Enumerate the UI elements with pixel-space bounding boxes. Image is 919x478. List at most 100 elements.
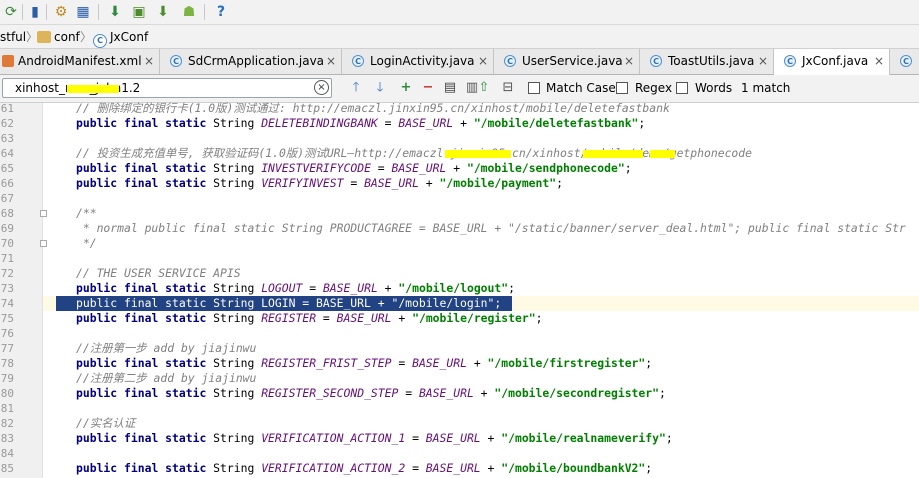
code-line[interactable]: 74 public final static String LOGIN = BAS… [0,296,919,311]
help-icon[interactable]: ? [212,3,230,21]
code-line[interactable]: 62 public final static String DELETEBINDI… [0,116,919,131]
code-text: * normal public final static String PROD… [76,221,906,235]
code-line[interactable]: 82 //实名认证 [0,416,919,431]
line-number: 80 [0,387,14,400]
sync-icon[interactable]: ⟳ [2,3,20,21]
code-line[interactable]: 79 //注册第二步 add by jiajinwu [0,371,919,386]
clear-search-icon[interactable]: × [314,80,329,95]
line-number: 72 [0,267,14,280]
line-number: 70 [0,237,14,250]
code-line[interactable]: 68 /** [0,206,919,221]
tab-overflow[interactable]: C [890,49,919,74]
tab-user-service[interactable]: C UserService.java × [494,49,640,74]
search-input[interactable]: xinhost_new_jxlm1.2 × [2,78,332,98]
code-line[interactable]: 81 [0,401,919,416]
run-config-icon[interactable]: ▮ [26,3,44,21]
line-number: 68 [0,207,14,220]
filter-settings-icon[interactable]: ⊟ [500,80,516,96]
code-line[interactable]: 76 [0,326,919,341]
tab-jxconf[interactable]: C JxConf.java × [774,49,890,75]
tab-sdcrm-application[interactable]: C SdCrmApplication.java × [160,49,342,74]
line-number: 83 [0,432,14,445]
code-line[interactable]: 67 [0,191,919,206]
code-line[interactable]: 69 * normal public final static String P… [0,221,919,236]
code-text: public final static String LOGIN = BASE_… [76,296,502,310]
code-text: public final static String VERIFICATION_… [76,431,673,445]
sdk-manager-icon[interactable]: ⬇ [154,3,172,21]
code-editor[interactable]: 61 // 删除绑定的银行卡(1.0版)测试通过: http://emaczl.j… [0,101,919,478]
close-icon[interactable]: × [758,54,768,69]
add-occurrence-icon[interactable]: + [398,80,414,96]
code-line[interactable]: 65 public final static String INVESTVERIF… [0,161,919,176]
code-line[interactable]: 66 public final static String VERIFYINVES… [0,176,919,191]
code-line[interactable]: 80 public final static String REGISTER_SE… [0,386,919,401]
close-icon[interactable]: × [874,54,884,69]
export-icon[interactable]: ⇧ [476,80,492,96]
code-line[interactable]: 71 [0,251,919,266]
code-text: public final static String REGISTER_FRIS… [76,356,653,370]
tab-android-manifest[interactable]: AndroidManifest.xml × [0,49,160,74]
java-class-icon: C [352,55,364,67]
code-line[interactable]: 78 public final static String REGISTER_FR… [0,356,919,371]
line-number: 71 [0,252,14,265]
previous-occurrence-icon[interactable]: 🡑 [348,80,364,96]
regex-checkbox[interactable] [616,82,628,94]
code-text: */ [76,236,97,250]
editor-tabs: AndroidManifest.xml × C SdCrmApplication… [0,49,919,75]
regex-label: Regex [635,81,673,95]
code-line[interactable]: 83 public final static String VERIFICATIO… [0,431,919,446]
line-number: 76 [0,327,14,340]
code-text: //实名认证 [76,416,136,430]
tab-login-activity[interactable]: C LoginActivity.java × [342,49,494,74]
line-number: 64 [0,147,14,160]
close-icon[interactable]: × [326,54,336,69]
words-checkbox[interactable] [676,82,688,94]
android-icon[interactable]: ☗ [180,3,198,21]
code-text: public final static String INVESTVERIFYC… [76,161,632,175]
code-line[interactable]: 77 //注册第一步 add by jiajinwu [0,341,919,356]
tab-toast-utils[interactable]: C ToastUtils.java × [640,49,774,74]
code-line[interactable]: 75 public final static String REGISTER = … [0,311,919,326]
breadcrumb-item[interactable]: C JxConf [93,29,148,48]
line-number: 65 [0,162,14,175]
redaction-mark [67,85,119,93]
settings-icon[interactable]: ⚙ [52,3,70,21]
download-icon[interactable]: ⬇ [106,3,124,21]
code-line[interactable]: 72 // THE USER SERVICE APIS [0,266,919,281]
remove-occurrence-icon[interactable]: − [420,80,436,96]
match-case-label: Match Case [546,81,616,95]
tab-label: SdCrmApplication.java [188,54,325,68]
line-number: 66 [0,177,14,190]
folder-icon [37,31,51,43]
match-case-checkbox[interactable] [528,82,540,94]
project-structure-icon[interactable]: ▦ [74,3,92,21]
line-number: 81 [0,402,14,415]
close-icon[interactable]: × [478,54,488,69]
close-icon[interactable]: × [624,54,634,69]
line-number: 75 [0,312,14,325]
code-text: public final static String DELETEBINDING… [76,116,646,130]
code-line[interactable]: 63 [0,131,919,146]
avd-manager-icon[interactable]: ▣ [130,3,148,21]
fold-marker-icon[interactable] [40,210,47,217]
breadcrumb-item[interactable]: conf [37,29,80,45]
line-number: 78 [0,357,14,370]
code-text: public final static String VERIFYINVEST … [76,176,563,190]
code-line[interactable]: 85 public final static String VERIFICATIO… [0,461,919,476]
match-count: 1 match [741,81,791,95]
next-occurrence-icon[interactable]: 🡓 [372,80,388,96]
close-icon[interactable]: × [144,54,154,69]
select-all-occurrences-icon[interactable]: ▤ [442,80,458,96]
fold-marker-icon[interactable] [40,240,47,247]
toolbar-separator [46,4,47,20]
code-text: public final static String LOGOUT = BASE… [76,281,515,295]
code-line[interactable]: 84 [0,446,919,461]
code-line[interactable]: 61 // 删除绑定的银行卡(1.0版)测试通过: http://emaczl.j… [0,101,919,116]
code-text: public final static String REGISTER = BA… [76,311,543,325]
breadcrumb-item[interactable]: stful [0,29,26,45]
line-number: 82 [0,417,14,430]
code-line[interactable]: 73 public final static String LOGOUT = BA… [0,281,919,296]
line-number: 63 [0,132,14,145]
line-number: 74 [0,297,14,310]
code-line[interactable]: 70 */ [0,236,919,251]
